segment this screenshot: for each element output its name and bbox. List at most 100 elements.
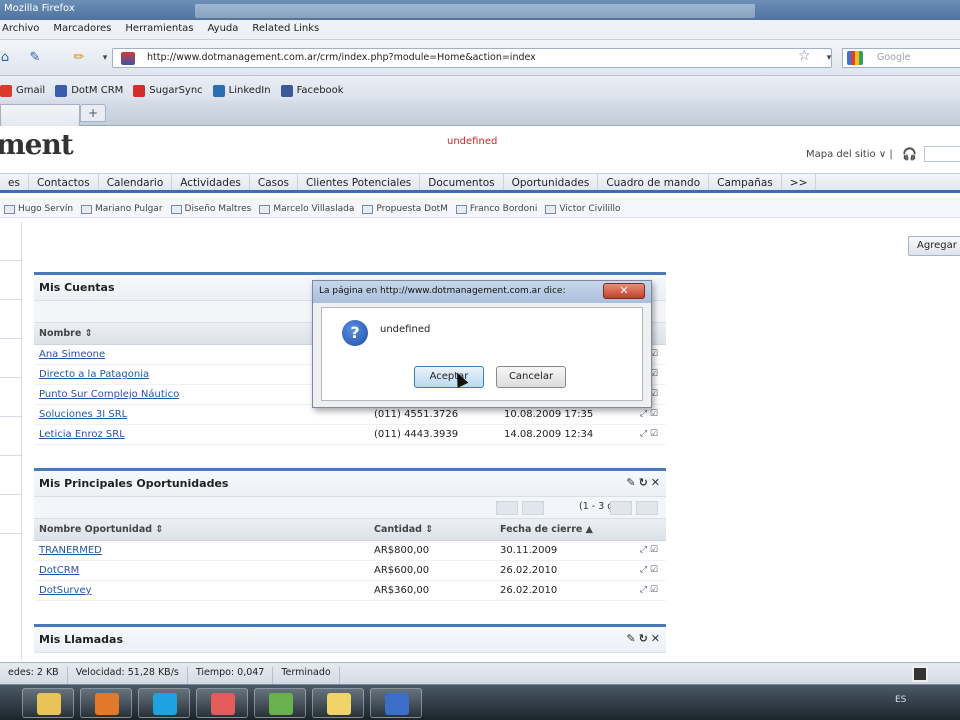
taskbar-app-folder[interactable] [312, 688, 364, 718]
table-row: DotSurvey AR$360,00 26.02.2010 ⤢ ☑ [34, 581, 666, 601]
module-tab[interactable]: es [0, 174, 29, 190]
opportunity-amount: AR$600,00 [374, 565, 430, 576]
skype-icon [153, 693, 177, 715]
home-icon[interactable]: ⌂ [0, 49, 14, 67]
edit-row-icon[interactable]: ⤢ ☑ [640, 545, 658, 555]
last-viewed-item[interactable]: Diseño Maltres [170, 201, 251, 217]
menu-item-archivo[interactable]: Archivo [2, 23, 39, 36]
url-dropdown-icon[interactable]: ▾ [820, 49, 838, 67]
refresh-icon[interactable]: ↻ [639, 476, 648, 489]
account-link[interactable]: Directo a la Patagonia [39, 369, 149, 380]
bookmark-icon [280, 84, 293, 97]
last-viewed-item[interactable]: Marcelo Villaslada [259, 201, 354, 217]
account-link[interactable]: Punto Sur Complejo Náutico [39, 389, 179, 400]
col-cantidad[interactable]: Cantidad ⇕ [374, 524, 433, 535]
taskbar-app-skype[interactable] [138, 688, 190, 718]
opportunity-link[interactable]: DotCRM [39, 565, 79, 576]
module-tab[interactable]: Campañas [709, 174, 782, 190]
last-viewed-item[interactable]: Franco Bordoni [455, 201, 537, 217]
close-icon[interactable]: ✕ [651, 632, 660, 645]
taskbar-app-people[interactable] [254, 688, 306, 718]
opportunity-date: 26.02.2010 [500, 585, 558, 596]
bookmark-linkedin[interactable]: LinkedIn [212, 81, 271, 100]
module-tab[interactable]: Cuadro de mando [598, 174, 710, 190]
bookmark-facebook[interactable]: Facebook [280, 81, 344, 100]
account-link[interactable]: Leticia Enroz SRL [39, 429, 125, 440]
bookmark-sugarsync[interactable]: SugarSync [133, 81, 203, 100]
module-tab[interactable]: Oportunidades [504, 174, 599, 190]
alert-dialog: La página en http://www.dotmanagement.co… [312, 280, 652, 408]
bookmark-star-icon[interactable]: ☆ [798, 48, 811, 64]
module-tab[interactable]: Calendario [99, 174, 173, 190]
edit-row-icon[interactable]: ⤢ ☑ [640, 429, 658, 439]
edit-icon[interactable]: ✎ [626, 632, 635, 645]
menu-item-ayuda[interactable]: Ayuda [208, 23, 239, 36]
pencil-icon[interactable]: ✏ [70, 49, 88, 67]
bookmark-dotm-crm[interactable]: DotM CRM [55, 81, 123, 100]
media-icon [95, 693, 119, 715]
crm-search-input[interactable] [924, 146, 960, 162]
taskbar-app-firefox[interactable] [370, 688, 422, 718]
col-nombre[interactable]: Nombre ⇕ [39, 328, 93, 339]
add-dashlet-button[interactable]: Agregar [908, 236, 960, 256]
menu-item-related-links[interactable]: Related Links [252, 23, 319, 36]
close-icon[interactable]: ✕ [651, 476, 660, 489]
module-tab[interactable]: Casos [250, 174, 299, 190]
module-tab[interactable]: >> [782, 174, 817, 190]
table-header: Nombre Oportunidad ⇕ Cantidad ⇕ Fecha de… [34, 519, 666, 541]
taskbar-app-explorer[interactable] [22, 688, 74, 718]
module-tab[interactable]: Actividades [172, 174, 250, 190]
menu-item-marcadores[interactable]: Marcadores [53, 23, 111, 36]
account-link[interactable]: Ana Simeone [39, 349, 105, 360]
status-icon[interactable] [912, 666, 928, 682]
table-row: Leticia Enroz SRL (011) 4443.3939 14.08.20… [34, 425, 666, 445]
link-icon[interactable]: ✎ [26, 49, 44, 67]
taskbar-app-chat[interactable] [196, 688, 248, 718]
refresh-icon[interactable]: ↻ [639, 632, 648, 645]
dashlet-title: Mis Principales Oportunidades ✎ ↻ ✕ [34, 471, 666, 497]
edit-row-icon[interactable]: ⤢ ☑ [640, 585, 658, 595]
pager-prev[interactable] [522, 501, 544, 515]
record-icon [455, 204, 467, 214]
cancel-button[interactable]: Cancelar [496, 366, 566, 388]
question-icon: ? [342, 320, 368, 346]
last-viewed-item[interactable]: Mariano Pulgar [81, 201, 163, 217]
tray-language[interactable]: ES [895, 695, 906, 705]
module-tab[interactable]: Contactos [29, 174, 99, 190]
col-nombre-oportunidad[interactable]: Nombre Oportunidad ⇕ [39, 524, 163, 535]
pager-next[interactable] [610, 501, 632, 515]
menu-item-herramientas[interactable]: Herramientas [125, 23, 193, 36]
opportunity-link[interactable]: TRANERMED [39, 545, 102, 556]
taskbar-app-media[interactable] [80, 688, 132, 718]
new-tab-button[interactable]: + [80, 104, 106, 122]
dialog-title: La página en http://www.dotmanagement.co… [319, 286, 566, 296]
opportunity-link[interactable]: DotSurvey [39, 585, 92, 596]
pager-first[interactable] [496, 501, 518, 515]
bookmark-gmail[interactable]: Gmail [0, 81, 45, 100]
edit-icon[interactable]: ✎ [626, 476, 635, 489]
sitemap-link[interactable]: Mapa del sitio ∨ | [806, 149, 893, 160]
module-tab[interactable]: Clientes Potenciales [298, 174, 421, 190]
tab-active[interactable] [0, 104, 80, 126]
last-viewed-item[interactable]: Propuesta DotM [362, 201, 448, 217]
search-box[interactable]: Google [842, 48, 960, 68]
window-title: Mozilla Firefox [4, 3, 75, 14]
accept-button[interactable]: Aceptar [414, 366, 484, 388]
search-placeholder: Google [877, 52, 911, 63]
edit-row-icon[interactable]: ⤢ ☑ [640, 409, 658, 419]
table-row: Soluciones 3I SRL (011) 4551.3726 10.08.20… [34, 405, 666, 425]
headphones-icon[interactable]: 🎧 [902, 147, 917, 161]
dialog-message: undefined [380, 324, 431, 335]
bookmark-icon [212, 84, 225, 97]
col-fecha-cierre[interactable]: Fecha de cierre ▲ [500, 524, 593, 535]
last-viewed-item[interactable]: Hugo Servín [4, 201, 73, 217]
dashlet-tools: ✎ ↻ ✕ [626, 632, 660, 645]
account-link[interactable]: Soluciones 3I SRL [39, 409, 127, 420]
pager-last[interactable] [636, 501, 658, 515]
address-bar[interactable]: http://www.dotmanagement.com.ar/crm/inde… [112, 48, 832, 68]
edit-row-icon[interactable]: ⤢ ☑ [640, 565, 658, 575]
module-tab[interactable]: Documentos [420, 174, 504, 190]
last-viewed-item[interactable]: Victor Civilillo [545, 201, 620, 217]
dashlet-title-text: Mis Principales Oportunidades [39, 477, 229, 490]
dialog-close-button[interactable]: ✕ [603, 283, 645, 299]
